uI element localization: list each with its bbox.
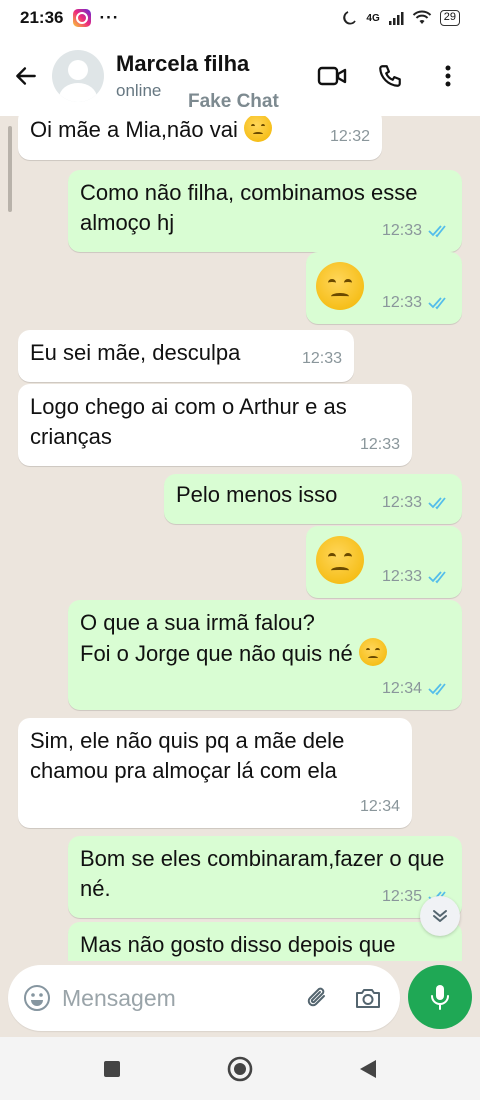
status-bar: 21:36 ··· 4G 29 (0, 0, 480, 36)
message-time: 12:34 (381, 680, 422, 697)
message-text: Mas não gosto disso depois que (80, 932, 396, 957)
message-time: 12:33 (381, 294, 422, 311)
composer-bar: Mensagem (0, 961, 480, 1037)
emoji-icon[interactable] (22, 983, 52, 1013)
message-bubble-incoming[interactable]: Logo chego ai com o Arthur e as crianças… (18, 384, 412, 466)
network-type: 4G (366, 12, 380, 24)
message-placeholder: Mensagem (62, 984, 176, 1011)
confused-emoji (244, 116, 272, 142)
pensive-emoji (316, 536, 364, 584)
message-bubble-outgoing[interactable]: Como não filha, combinamos esse almoço h… (68, 170, 462, 252)
watermark: Fake Chat (188, 91, 279, 112)
wifi-icon (412, 10, 431, 24)
message-input[interactable]: Mensagem (8, 965, 400, 1031)
more-vert-icon[interactable] (430, 58, 466, 94)
scrollbar[interactable] (8, 126, 12, 212)
message-time: 12:34 (359, 798, 400, 815)
message-bubble-outgoing[interactable]: 12:33 (306, 252, 462, 324)
message-bubble-outgoing[interactable]: Mas não gosto disso depois que (68, 922, 462, 961)
mic-icon (431, 985, 449, 1010)
read-ticks-icon (428, 571, 446, 584)
double-chevron-down-icon (433, 910, 447, 922)
message-text: Pelo menos isso (176, 482, 338, 507)
system-nav-bar (0, 1037, 480, 1100)
attach-icon[interactable] (300, 980, 336, 1016)
message-bubble-outgoing[interactable]: Bom se eles combinaram,fazer o que né. 1… (68, 836, 462, 918)
recents-square-icon[interactable] (92, 1049, 132, 1089)
scroll-to-bottom-button[interactable] (420, 896, 460, 936)
message-text: Eu sei mãe, desculpa (30, 340, 241, 365)
message-time: 12:33 (381, 568, 422, 585)
message-bubble-outgoing[interactable]: 12:33 (306, 526, 462, 598)
status-time: 21:36 (20, 8, 64, 27)
read-ticks-icon (428, 225, 446, 238)
message-text: Sim, ele não quis pq a mãe dele chamou p… (30, 728, 345, 783)
message-time: 12:35 (381, 888, 422, 905)
battery-indicator: 29 (439, 10, 460, 26)
message-bubble-outgoing[interactable]: O que a sua irmã falou? Foi o Jorge que … (68, 600, 462, 710)
message-text: O que a sua irmã falou? (80, 610, 315, 635)
message-time: 12:33 (301, 350, 342, 367)
confused-emoji (358, 638, 387, 666)
message-time: 12:32 (329, 128, 370, 145)
signal-icon (388, 12, 404, 25)
message-text: Como não filha, combinamos esse almoço h… (80, 180, 418, 235)
phone-icon[interactable] (372, 58, 408, 94)
message-bubble-outgoing[interactable]: Pelo menos isso 12:33 (164, 474, 462, 524)
message-text-line2: Foi o Jorge que não quis né (80, 641, 353, 666)
message-time: 12:33 (359, 436, 400, 453)
pensive-emoji (316, 262, 364, 310)
mic-button[interactable] (408, 965, 472, 1029)
moon-icon (343, 11, 357, 25)
message-text: Oi mãe a Mia,não vai (30, 117, 238, 142)
overflow-notifications: ··· (99, 8, 120, 27)
message-time: 12:33 (381, 222, 422, 239)
video-call-icon[interactable] (314, 58, 350, 94)
back-triangle-icon[interactable] (348, 1049, 388, 1089)
message-bubble-incoming[interactable]: Oi mãe a Mia,não vai 12:32 (18, 116, 382, 160)
avatar[interactable] (52, 50, 104, 102)
message-bubble-incoming[interactable]: Eu sei mãe, desculpa 12:33 (18, 330, 354, 382)
read-ticks-icon (428, 297, 446, 310)
contact-name: Marcela filha (116, 51, 250, 76)
message-text: Logo chego ai com o Arthur e as crianças (30, 394, 347, 449)
instagram-notification-icon (73, 9, 92, 27)
camera-icon[interactable] (350, 980, 386, 1016)
chat-area[interactable]: Oi mãe a Mia,não vai 12:32 Como não filh… (0, 116, 480, 961)
back-arrow-icon[interactable] (4, 54, 48, 98)
message-bubble-incoming[interactable]: Sim, ele não quis pq a mãe dele chamou p… (18, 718, 412, 828)
read-ticks-icon (428, 497, 446, 510)
chat-header: Marcela filha online Fake Chat (0, 36, 480, 116)
home-circle-icon[interactable] (220, 1049, 260, 1089)
message-time: 12:33 (381, 494, 422, 511)
read-ticks-icon (428, 683, 446, 696)
